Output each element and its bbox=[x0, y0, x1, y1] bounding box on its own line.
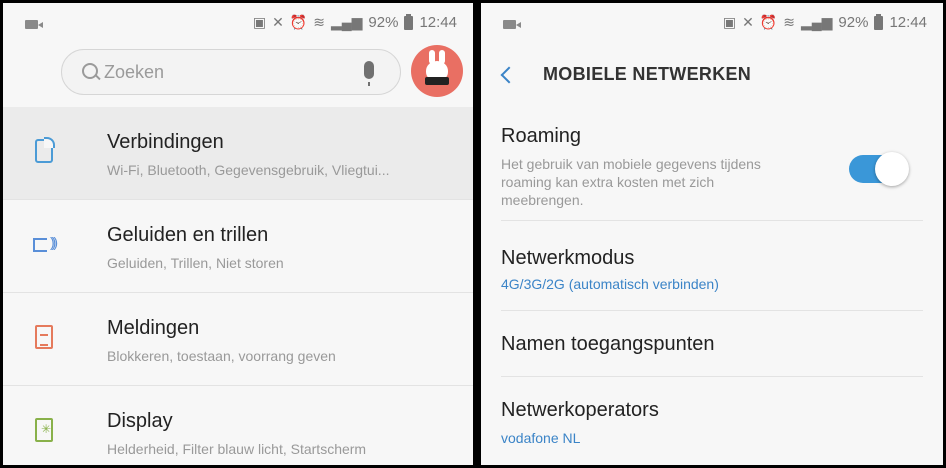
battery-percentage: 92% bbox=[368, 14, 399, 31]
battery-percentage: 92% bbox=[838, 14, 869, 31]
nfc-icon: ▣ bbox=[722, 14, 737, 30]
mute-icon: ✕ bbox=[742, 14, 754, 30]
settings-item-title: Display bbox=[107, 410, 173, 432]
roaming-toggle[interactable] bbox=[849, 152, 909, 186]
app-bar: MOBIELE NETWERKEN bbox=[481, 45, 943, 107]
settings-item-geluiden[interactable]: Geluiden en trillen Geluiden, Trillen, N… bbox=[3, 200, 473, 293]
settings-item-meldingen[interactable]: Meldingen Blokkeren, toestaan, voorrang … bbox=[3, 293, 473, 386]
settings-item-subtitle: Geluiden, Trillen, Niet storen bbox=[107, 255, 284, 271]
settings-item-subtitle: Wi-Fi, Bluetooth, Gegevensgebruik, Vlieg… bbox=[107, 162, 390, 178]
search-icon bbox=[82, 63, 100, 81]
network-mode-title: Netwerkmodus bbox=[501, 247, 635, 269]
status-bar: ▣ ✕ ⏰ ≋ ▂▄▆ 92% 12:44 bbox=[3, 3, 473, 45]
signal-icon: ▂▄▆ bbox=[800, 14, 833, 30]
settings-list: Verbindingen Wi-Fi, Bluetooth, Gegevensg… bbox=[3, 107, 473, 465]
settings-item-verbindingen[interactable]: Verbindingen Wi-Fi, Bluetooth, Gegevensg… bbox=[3, 107, 473, 200]
battery-icon bbox=[874, 13, 884, 30]
settings-item-title: Meldingen bbox=[107, 317, 200, 339]
settings-screen: ▣ ✕ ⏰ ≋ ▂▄▆ 92% 12:44 Zoeken Verbindinge… bbox=[3, 3, 473, 465]
alarm-icon: ⏰ bbox=[289, 14, 308, 30]
microphone-icon[interactable] bbox=[364, 61, 374, 86]
settings-item-title: Geluiden en trillen bbox=[107, 224, 269, 246]
profile-avatar[interactable] bbox=[411, 45, 463, 97]
signal-icon: ▂▄▆ bbox=[330, 14, 363, 30]
page-title: MOBIELE NETWERKEN bbox=[543, 64, 752, 84]
mute-icon: ✕ bbox=[272, 14, 284, 30]
video-camera-icon bbox=[25, 20, 43, 29]
video-camera-icon bbox=[503, 20, 521, 29]
connections-icon bbox=[35, 137, 55, 163]
settings-item-title: Verbindingen bbox=[107, 131, 224, 153]
apn-setting[interactable]: Namen toegangspunten bbox=[501, 311, 923, 377]
display-icon bbox=[35, 418, 53, 442]
network-mode-setting[interactable]: Netwerkmodus 4G/3G/2G (automatisch verbi… bbox=[501, 221, 923, 311]
wifi-icon: ≋ bbox=[783, 14, 795, 30]
mobile-networks-list: Roaming Het gebruik van mobiele gegevens… bbox=[481, 107, 943, 465]
network-mode-value: 4G/3G/2G (automatisch verbinden) bbox=[501, 276, 719, 292]
alarm-icon: ⏰ bbox=[759, 14, 778, 30]
network-operators-value: vodafone NL bbox=[501, 430, 581, 446]
wifi-icon: ≋ bbox=[313, 14, 325, 30]
notifications-icon bbox=[35, 325, 53, 349]
roaming-title: Roaming bbox=[501, 125, 582, 147]
nfc-icon: ▣ bbox=[252, 14, 267, 30]
network-operators-title: Netwerkoperators bbox=[501, 399, 659, 421]
sound-icon bbox=[33, 234, 55, 252]
settings-item-display[interactable]: Display Helderheid, Filter blauw licht, … bbox=[3, 386, 473, 465]
status-bar: ▣ ✕ ⏰ ≋ ▂▄▆ 92% 12:44 bbox=[481, 3, 943, 45]
settings-item-subtitle: Helderheid, Filter blauw licht, Startsch… bbox=[107, 441, 367, 457]
battery-icon bbox=[404, 13, 414, 30]
toggle-knob bbox=[875, 152, 909, 186]
settings-item-subtitle: Blokkeren, toestaan, voorrang geven bbox=[107, 348, 336, 364]
clock: 12:44 bbox=[889, 14, 927, 31]
apn-title: Namen toegangspunten bbox=[501, 333, 715, 355]
roaming-description: Het gebruik van mobiele gegevens tijdens… bbox=[501, 156, 761, 208]
network-operators-setting[interactable]: Netwerkoperators vodafone NL bbox=[501, 377, 923, 465]
clock: 12:44 bbox=[419, 14, 457, 31]
hat-icon bbox=[425, 77, 449, 85]
back-arrow-icon[interactable] bbox=[500, 66, 518, 84]
mobile-networks-screen: ▣ ✕ ⏰ ≋ ▂▄▆ 92% 12:44 MOBIELE NETWERKEN … bbox=[481, 3, 943, 465]
roaming-setting[interactable]: Roaming Het gebruik van mobiele gegevens… bbox=[501, 107, 923, 221]
search-placeholder: Zoeken bbox=[104, 61, 165, 82]
search-input[interactable]: Zoeken bbox=[61, 49, 401, 95]
